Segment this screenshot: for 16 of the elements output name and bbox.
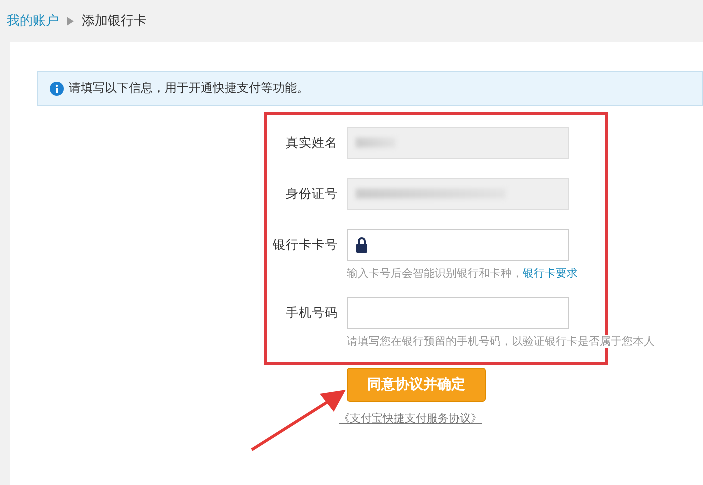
requirements-link[interactable]: 银行卡要求 <box>523 267 578 280</box>
info-icon <box>50 82 64 96</box>
field-label: 银行卡卡号 <box>272 236 338 254</box>
blurred-value <box>356 138 396 148</box>
field-label: 手机号码 <box>285 304 338 322</box>
hint-text: 请填写您在银行预留的手机号码，以验证银行卡是否属于您本人 <box>347 335 655 348</box>
input-field[interactable] <box>347 297 569 329</box>
input-field[interactable] <box>347 229 569 261</box>
agree-confirm-button[interactable]: 同意协议并确定 <box>347 368 486 402</box>
notice-text: 请填写以下信息，用于开通快捷支付等功能。 <box>69 80 309 97</box>
triangle-icon <box>67 16 74 26</box>
field-label: 真实姓名 <box>285 134 338 152</box>
breadcrumb-link[interactable]: 我的账户 <box>7 12 59 30</box>
agreement-link[interactable]: 《支付宝快捷支付服务协议》 <box>339 411 507 426</box>
field-label: 身份证号 <box>285 186 338 202</box>
breadcrumb-current: 添加银行卡 <box>82 13 147 30</box>
